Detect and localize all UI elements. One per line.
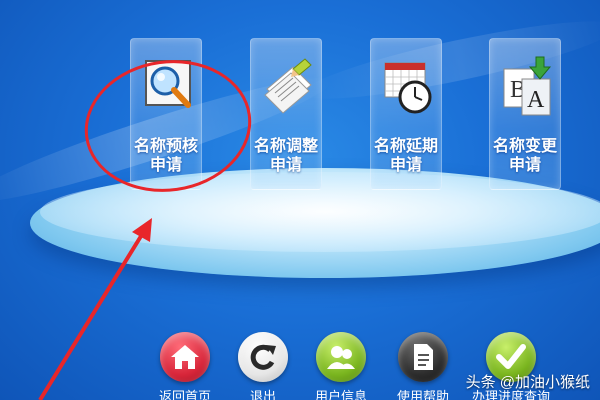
magnifier-icon bbox=[143, 55, 193, 119]
help-label: 使用帮助 bbox=[396, 389, 449, 400]
home-button[interactable]: 返回首页 bbox=[150, 332, 220, 400]
tile-name-adjust[interactable]: 名称调整 申请 bbox=[250, 38, 322, 190]
document-pencil-icon bbox=[263, 55, 313, 119]
exit-button[interactable]: 退出 bbox=[228, 332, 298, 400]
calendar-clock-icon bbox=[383, 55, 433, 119]
tile-name-precheck[interactable]: 名称预核 申请 bbox=[130, 38, 202, 190]
home-label: 返回首页 bbox=[158, 389, 211, 400]
users-icon bbox=[316, 332, 366, 382]
exit-label: 退出 bbox=[249, 389, 276, 400]
help-button[interactable]: 使用帮助 bbox=[388, 332, 458, 400]
watermark: 头条 @加油小猴纸 bbox=[465, 374, 590, 391]
user-info-label: 用户信息 bbox=[314, 389, 367, 400]
letters-swap-icon: B A bbox=[502, 55, 552, 119]
tile-label: 名称调整 申请 bbox=[253, 138, 318, 174]
refresh-icon bbox=[238, 332, 288, 382]
tile-name-change[interactable]: B A 名称变更 申请 bbox=[489, 38, 561, 190]
user-info-button[interactable]: 用户信息 bbox=[306, 332, 376, 400]
home-icon bbox=[160, 332, 210, 382]
tile-label: 名称预核 申请 bbox=[133, 138, 198, 174]
tile-label: 名称延期 申请 bbox=[373, 138, 438, 174]
document-icon bbox=[398, 332, 448, 382]
tile-name-extend[interactable]: 名称延期 申请 bbox=[370, 38, 442, 190]
svg-text:A: A bbox=[527, 87, 545, 113]
tile-label: 名称变更 申请 bbox=[492, 138, 557, 174]
